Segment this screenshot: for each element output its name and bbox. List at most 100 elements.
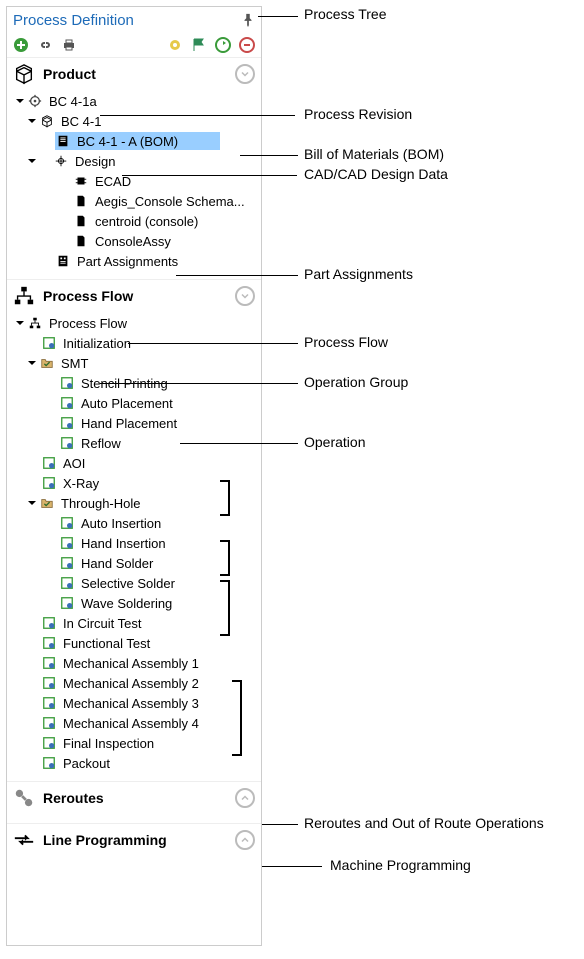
callout-text: Operation <box>304 434 365 450</box>
add-icon[interactable] <box>13 37 29 53</box>
tree-row-handplace[interactable]: Hand Placement <box>7 413 261 433</box>
node-label: Mechanical Assembly 3 <box>61 696 201 711</box>
tree-row[interactable]: Aegis_Console Schema... <box>7 191 261 211</box>
remove-red-icon[interactable] <box>239 37 255 53</box>
pin-icon[interactable] <box>241 13 255 27</box>
node-label: Initialization <box>61 336 133 351</box>
section-product[interactable]: Product <box>7 57 261 89</box>
design-icon <box>53 153 69 169</box>
folder-check-icon <box>39 355 55 371</box>
node-label: Hand Solder <box>79 556 155 571</box>
operation-icon <box>59 595 75 611</box>
collapse-icon[interactable] <box>235 64 255 84</box>
tree-row-design[interactable]: Design <box>7 151 261 171</box>
tree-row[interactable]: Mechanical Assembly 1 <box>7 653 261 673</box>
node-label: ConsoleAssy <box>93 234 173 249</box>
bracket-decoration <box>232 680 242 756</box>
callout-line <box>262 824 298 825</box>
section-lineprog[interactable]: Line Programming <box>7 823 261 855</box>
tree-row-smt[interactable]: SMT <box>7 353 261 373</box>
flag-green-icon[interactable] <box>191 37 207 53</box>
tree-row[interactable]: BC 4-1 <box>7 111 261 131</box>
operation-icon <box>59 395 75 411</box>
tree-row[interactable]: AOI <box>7 453 261 473</box>
node-label: centroid (console) <box>93 214 200 229</box>
tree-row[interactable]: Mechanical Assembly 4 <box>7 713 261 733</box>
tree-row[interactable]: ConsoleAssy <box>7 231 261 251</box>
node-label: SMT <box>59 356 90 371</box>
operation-icon <box>41 735 57 751</box>
node-label: Mechanical Assembly 2 <box>61 676 201 691</box>
expand-icon[interactable] <box>235 830 255 850</box>
callout-text: Process Tree <box>304 6 386 22</box>
panel-header: Process Definition <box>7 7 261 33</box>
tree-row-bom[interactable]: BC 4-1 - A (BOM) <box>7 131 261 151</box>
tree-row[interactable]: Functional Test <box>7 633 261 653</box>
tree-row[interactable]: Auto Insertion <box>7 513 261 533</box>
node-label: Aegis_Console Schema... <box>93 194 247 209</box>
twisty-open-icon[interactable] <box>13 94 27 108</box>
node-label: Mechanical Assembly 1 <box>61 656 201 671</box>
operation-icon <box>41 615 57 631</box>
arrows-icon <box>13 829 35 851</box>
operation-icon <box>59 515 75 531</box>
print-icon[interactable] <box>61 37 77 53</box>
product-cube-icon <box>13 63 35 85</box>
tree-row[interactable]: ECAD <box>7 171 261 191</box>
tree-row-parts[interactable]: Part Assignments <box>7 251 261 271</box>
section-reroutes[interactable]: Reroutes <box>7 781 261 813</box>
operation-icon <box>41 675 57 691</box>
file-icon <box>73 213 89 229</box>
operation-icon <box>41 695 57 711</box>
panel-title: Process Definition <box>13 12 134 29</box>
twisty-open-icon[interactable] <box>25 154 39 168</box>
callout-text: Bill of Materials (BOM) <box>304 146 444 162</box>
twisty-open-icon[interactable] <box>25 356 39 370</box>
tree-row[interactable]: centroid (console) <box>7 211 261 231</box>
bracket-decoration <box>220 480 230 516</box>
node-label: Process Flow <box>47 316 129 331</box>
tree-row-flowroot[interactable]: Process Flow <box>7 313 261 333</box>
file-icon <box>73 233 89 249</box>
refresh-green-icon[interactable] <box>215 37 231 53</box>
callout-text: Machine Programming <box>330 857 471 873</box>
node-label: Auto Insertion <box>79 516 163 531</box>
operation-icon <box>59 555 75 571</box>
reroutes-icon <box>13 787 35 809</box>
tree-row[interactable]: Auto Placement <box>7 393 261 413</box>
twisty-open-icon[interactable] <box>25 114 39 128</box>
node-label: Packout <box>61 756 112 771</box>
tree-row[interactable]: Mechanical Assembly 2 <box>7 673 261 693</box>
tree-row[interactable]: Packout <box>7 753 261 773</box>
flow-icon <box>27 315 43 331</box>
callout-line <box>122 175 297 176</box>
twisty-open-icon[interactable] <box>25 496 39 510</box>
operation-icon <box>59 435 75 451</box>
link-icon[interactable] <box>37 37 53 53</box>
node-label: Through-Hole <box>59 496 143 511</box>
operation-icon <box>41 635 57 651</box>
callout-line <box>100 115 295 116</box>
section-label: Product <box>43 66 227 82</box>
operation-icon <box>41 455 57 471</box>
operation-icon <box>59 575 75 591</box>
gear-yellow-icon[interactable] <box>167 37 183 53</box>
twisty-open-icon[interactable] <box>13 316 27 330</box>
node-label: Design <box>73 154 117 169</box>
section-label: Line Programming <box>43 832 227 848</box>
product-tree: BC 4-1a BC 4-1 BC 4-1 - A (BOM) Design E… <box>7 89 261 279</box>
expand-icon[interactable] <box>235 788 255 808</box>
gear-icon <box>27 93 43 109</box>
tree-row[interactable]: Mechanical Assembly 3 <box>7 693 261 713</box>
file-icon <box>73 193 89 209</box>
node-label: Mechanical Assembly 4 <box>61 716 201 731</box>
callout-text: Operation Group <box>304 374 408 390</box>
section-flow[interactable]: Process Flow <box>7 279 261 311</box>
callout-line <box>176 275 298 276</box>
collapse-icon[interactable] <box>235 286 255 306</box>
callout-text: Process Revision <box>304 106 412 122</box>
tree-row[interactable]: Final Inspection <box>7 733 261 753</box>
node-label: BC 4-1 <box>59 114 103 129</box>
cube-small-icon <box>39 113 55 129</box>
tree-row-revision[interactable]: BC 4-1a <box>7 91 261 111</box>
